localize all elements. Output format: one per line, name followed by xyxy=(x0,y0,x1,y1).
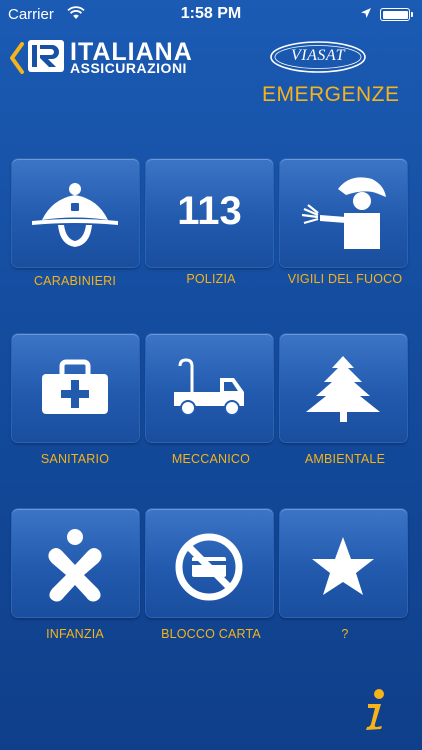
viasat-text: VIASAT xyxy=(291,47,345,64)
first-aid-kit-icon xyxy=(42,359,108,414)
tile-label-carabinieri[interactable]: CARABINIERI xyxy=(0,274,150,288)
tile-sanitario[interactable] xyxy=(12,334,139,442)
tile-label-other[interactable]: ? xyxy=(270,627,420,641)
tile-vigili-del-fuoco[interactable] xyxy=(280,159,407,267)
carabinieri-hat-icon xyxy=(32,183,118,247)
polizia-113-icon: 113 xyxy=(177,189,242,233)
tile-label-meccanico[interactable]: MECCANICO xyxy=(136,452,286,466)
tile-label-ambientale[interactable]: AMBIENTALE xyxy=(270,452,420,466)
tile-label-vigili-del-fuoco[interactable]: VIGILI DEL FUOCO xyxy=(270,272,420,286)
child-icon xyxy=(48,529,102,602)
italiana-logo-mark-icon xyxy=(28,40,64,72)
back-chevron-icon[interactable] xyxy=(8,42,26,74)
tow-truck-icon xyxy=(174,358,244,416)
tile-label-infanzia[interactable]: INFANZIA xyxy=(0,627,150,641)
viasat-logo: VIASAT xyxy=(268,40,368,76)
star-icon xyxy=(312,537,374,595)
page-title: EMERGENZE xyxy=(262,83,400,106)
tile-carabinieri[interactable] xyxy=(12,159,139,267)
info-icon[interactable] xyxy=(360,688,390,732)
tile-meccanico[interactable] xyxy=(146,334,273,442)
no-card-icon xyxy=(175,533,243,601)
status-bar: Carrier 1:58 PM xyxy=(0,0,422,30)
tile-blocco-carta[interactable] xyxy=(146,509,273,617)
tile-polizia[interactable]: 113 xyxy=(146,159,273,267)
tile-label-blocco-carta[interactable]: BLOCCO CARTA xyxy=(136,627,286,641)
firefighter-icon xyxy=(301,177,386,249)
tree-icon xyxy=(306,356,380,422)
tile-label-sanitario[interactable]: SANITARIO xyxy=(0,452,150,466)
tile-infanzia[interactable] xyxy=(12,509,139,617)
tile-other[interactable] xyxy=(280,509,407,617)
logo-line2: ASSICURAZIONI xyxy=(70,60,187,76)
italiana-logo: ITALIANA ASSICURAZIONI xyxy=(28,38,228,80)
tile-ambientale[interactable] xyxy=(280,334,407,442)
battery-icon xyxy=(380,8,413,21)
location-arrow-icon xyxy=(361,8,371,18)
clock: 1:58 PM xyxy=(180,5,242,22)
emergency-screen: Carrier 1:58 PM ITALIANA ASSICURAZIONI V… xyxy=(0,0,422,750)
tile-label-polizia[interactable]: POLIZIA xyxy=(136,272,286,286)
